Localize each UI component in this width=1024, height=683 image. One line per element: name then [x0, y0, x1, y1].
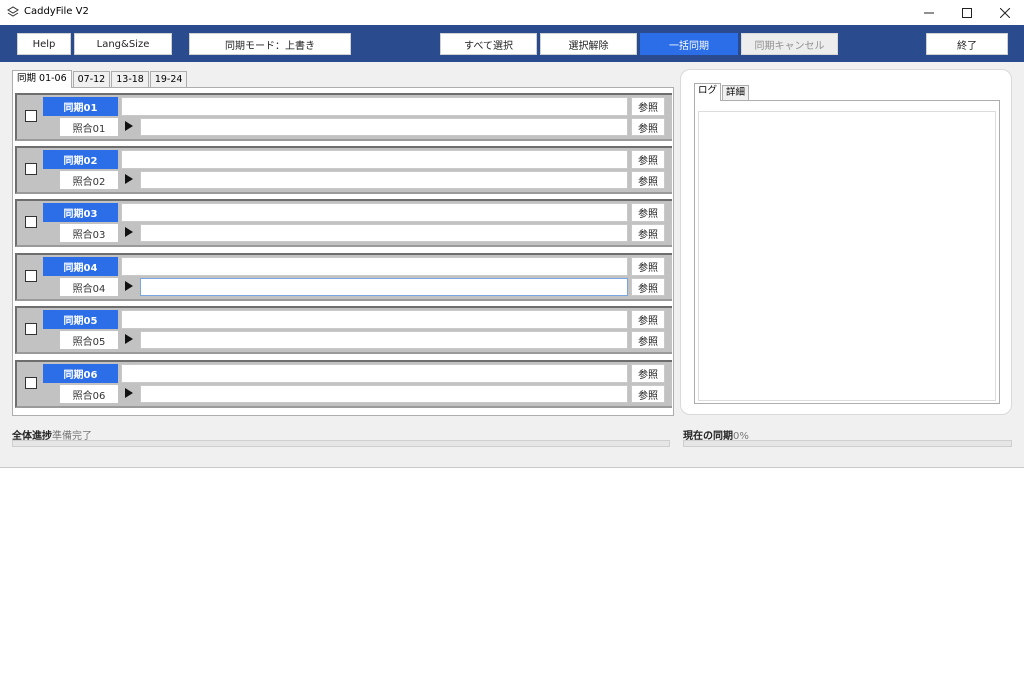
play-icon[interactable] — [124, 280, 134, 292]
sync-group-06: 同期06 参照 照合06 参照 — [15, 360, 672, 408]
sync-label: 同期01 — [43, 97, 118, 116]
browse-sync-button[interactable]: 参照 — [631, 97, 665, 116]
sync-group-01: 同期01 参照 照合01 参照 — [15, 93, 672, 141]
play-icon[interactable] — [124, 387, 134, 399]
help-button[interactable]: Help — [17, 33, 71, 55]
sync-mode-button[interactable]: 同期モード：上書き — [189, 33, 351, 55]
play-icon[interactable] — [124, 226, 134, 238]
close-button[interactable] — [986, 0, 1024, 25]
ref-label: 照合06 — [60, 385, 118, 403]
ref-label: 照合01 — [60, 118, 118, 136]
sync-path-field[interactable] — [121, 150, 628, 169]
window-title: CaddyFile V2 — [24, 6, 89, 17]
browse-sync-button[interactable]: 参照 — [631, 364, 665, 383]
sync-path-field[interactable] — [121, 364, 628, 383]
sync-group-checkbox[interactable] — [25, 110, 37, 122]
ref-path-field[interactable] — [140, 385, 628, 403]
browse-sync-button[interactable]: 参照 — [631, 310, 665, 329]
sync-group-checkbox[interactable] — [25, 163, 37, 175]
minimize-icon — [924, 12, 934, 13]
play-icon[interactable] — [124, 120, 134, 132]
browse-sync-button[interactable]: 参照 — [631, 257, 665, 276]
sync-label: 同期05 — [43, 310, 118, 329]
browse-sync-button[interactable]: 参照 — [631, 150, 665, 169]
sync-group-04: 同期04 参照 照合04 参照 — [15, 253, 672, 301]
select-all-button[interactable]: すべて選択 — [440, 33, 537, 55]
sync-label: 同期03 — [43, 203, 118, 222]
deselect-button[interactable]: 選択解除 — [540, 33, 637, 55]
play-icon[interactable] — [124, 173, 134, 185]
tab-07-12[interactable]: 07-12 — [72, 71, 111, 87]
browse-ref-button[interactable]: 参照 — [631, 224, 665, 242]
ref-label: 照合02 — [60, 171, 118, 189]
sync-group-05: 同期05 参照 照合05 参照 — [15, 306, 672, 354]
log-panel: ログ 詳細 — [680, 69, 1012, 415]
ref-path-field[interactable] — [140, 278, 628, 296]
lang-size-button[interactable]: Lang&Size — [74, 33, 172, 55]
current-sync-progress-bar — [683, 440, 1012, 447]
exit-button[interactable]: 終了 — [926, 33, 1008, 55]
log-textarea[interactable] — [698, 111, 996, 401]
browse-ref-button[interactable]: 参照 — [631, 118, 665, 136]
sync-group-checkbox[interactable] — [25, 216, 37, 228]
browse-ref-button[interactable]: 参照 — [631, 331, 665, 349]
browse-ref-button[interactable]: 参照 — [631, 171, 665, 189]
ref-path-field[interactable] — [140, 118, 628, 136]
tab-19-24[interactable]: 19-24 — [149, 71, 188, 87]
sync-path-field[interactable] — [121, 203, 628, 222]
overall-progress-bar — [12, 440, 670, 447]
sync-group-checkbox[interactable] — [25, 377, 37, 389]
sync-tab-body: 同期01 参照 照合01 参照 同期02 参照 照合02 参照 同期03 参照 … — [12, 87, 674, 416]
sync-path-field[interactable] — [121, 97, 628, 116]
ref-path-field[interactable] — [140, 331, 628, 349]
sync-group-checkbox[interactable] — [25, 270, 37, 282]
log-tabs: ログ 詳細 — [694, 83, 750, 101]
browse-ref-button[interactable]: 参照 — [631, 278, 665, 296]
app-window: CaddyFile V2 Help Lang&Size 同期モード：上書き すべ… — [0, 0, 1024, 468]
ref-label: 照合04 — [60, 278, 118, 296]
log-box — [694, 100, 1000, 404]
toolbar: Help Lang&Size 同期モード：上書き すべて選択 選択解除 一括同期… — [0, 25, 1024, 62]
sync-label: 同期02 — [43, 150, 118, 169]
sync-group-checkbox[interactable] — [25, 323, 37, 335]
close-icon — [1000, 7, 1010, 18]
sync-label: 同期06 — [43, 364, 118, 383]
sync-label: 同期04 — [43, 257, 118, 276]
play-icon[interactable] — [124, 333, 134, 345]
sync-tabs: 同期 01-06 07-12 13-18 19-24 — [12, 70, 188, 88]
browse-sync-button[interactable]: 参照 — [631, 203, 665, 222]
title-bar[interactable]: CaddyFile V2 — [0, 0, 1024, 25]
minimize-button[interactable] — [910, 0, 948, 25]
ref-path-field[interactable] — [140, 171, 628, 189]
tab-sync-01-06[interactable]: 同期 01-06 — [12, 70, 72, 88]
ref-label: 照合05 — [60, 331, 118, 349]
batch-sync-button[interactable]: 一括同期 — [640, 33, 738, 55]
tab-log[interactable]: ログ — [694, 83, 722, 101]
maximize-icon — [962, 7, 972, 18]
sync-path-field[interactable] — [121, 310, 628, 329]
sync-panel: 同期 01-06 07-12 13-18 19-24 同期01 参照 照合01 … — [12, 70, 674, 416]
tab-13-18[interactable]: 13-18 — [111, 71, 149, 87]
tab-details[interactable]: 詳細 — [722, 85, 750, 100]
maximize-button[interactable] — [948, 0, 986, 25]
sync-cancel-button[interactable]: 同期キャンセル — [741, 33, 838, 55]
ref-path-field[interactable] — [140, 224, 628, 242]
sync-group-03: 同期03 参照 照合03 参照 — [15, 199, 672, 247]
browse-ref-button[interactable]: 参照 — [631, 385, 665, 403]
sync-group-02: 同期02 参照 照合02 参照 — [15, 146, 672, 194]
ref-label: 照合03 — [60, 224, 118, 242]
sync-path-field[interactable] — [121, 257, 628, 276]
app-logo-icon — [7, 6, 19, 18]
